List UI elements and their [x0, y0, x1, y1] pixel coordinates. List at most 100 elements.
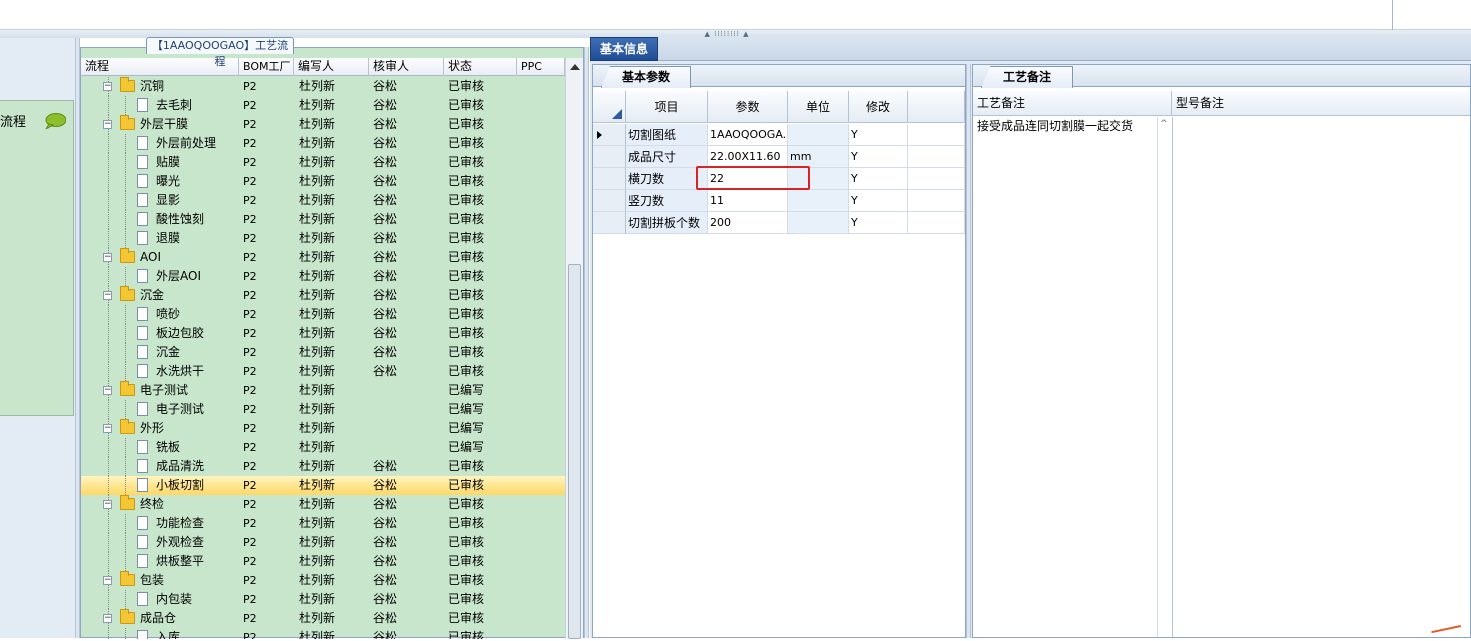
tree-row[interactable]: − 外层干膜 P2 杜列新 谷松 已审核	[81, 115, 565, 134]
author-cell: 杜列新	[299, 611, 336, 625]
collapse-toggle-icon[interactable]: −	[103, 614, 112, 623]
param-modify-cell[interactable]: Y	[849, 190, 908, 212]
param-unit-cell[interactable]: mm	[788, 146, 849, 168]
tree-row[interactable]: − 终检 P2 杜列新 谷松 已审核	[81, 495, 565, 514]
col-modify[interactable]: 修改	[849, 91, 908, 123]
param-item-cell[interactable]: 切割拼板个数	[626, 212, 708, 234]
tree-row[interactable]: 退膜 P2 杜列新 谷松 已审核	[81, 229, 565, 248]
param-unit-cell[interactable]	[788, 190, 849, 212]
tab-process-remarks[interactable]: 工艺备注	[981, 66, 1073, 88]
param-row[interactable]: 成品尺寸 22.00X11.60 mm Y	[593, 146, 965, 168]
tab-basic-params[interactable]: 基本参数	[601, 66, 691, 88]
collapse-toggle-icon[interactable]: −	[103, 576, 112, 585]
param-value-cell[interactable]: 11	[708, 190, 788, 212]
tree-row[interactable]: − 外形 P2 杜列新 已编写	[81, 419, 565, 438]
middle-splitter[interactable]	[584, 47, 589, 638]
tree-row[interactable]: 曝光 P2 杜列新 谷松 已审核	[81, 172, 565, 191]
col-model-remark[interactable]: 型号备注	[1172, 91, 1470, 116]
side-item-flow[interactable]: 流程	[0, 100, 74, 416]
collapse-toggle-icon[interactable]: −	[103, 291, 112, 300]
param-unit-cell[interactable]	[788, 124, 849, 146]
tree-row[interactable]: 内包装 P2 杜列新 谷松 已审核	[81, 590, 565, 609]
status-cell: 已审核	[448, 269, 485, 283]
col-unit[interactable]: 单位	[788, 91, 849, 123]
status-cell: 已审核	[448, 516, 485, 530]
tree-row[interactable]: 成品清洗 P2 杜列新 谷松 已审核	[81, 457, 565, 476]
row-indicator[interactable]	[593, 146, 626, 168]
col-item[interactable]: 项目	[626, 91, 708, 123]
tree-row[interactable]: 喷砂 P2 杜列新 谷松 已审核	[81, 305, 565, 324]
tree-row[interactable]: 水洗烘干 P2 杜列新 谷松 已审核	[81, 362, 565, 381]
param-item-cell[interactable]: 成品尺寸	[626, 146, 708, 168]
scroll-up-icon[interactable]: ^	[1160, 119, 1168, 129]
tree-row[interactable]: 贴膜 P2 杜列新 谷松 已审核	[81, 153, 565, 172]
collapse-toggle-icon[interactable]: −	[103, 386, 112, 395]
tree-row-selected[interactable]: 小板切割 P2 杜列新 谷松 已审核	[81, 476, 565, 495]
param-modify-cell[interactable]: Y	[849, 168, 908, 190]
col-param[interactable]: 参数	[708, 91, 788, 123]
tree-row[interactable]: 烘板整平 P2 杜列新 谷松 已审核	[81, 552, 565, 571]
collapse-toggle-icon[interactable]: −	[103, 82, 112, 91]
tree-row[interactable]: − 电子测试 P2 杜列新 已编写	[81, 381, 565, 400]
grid-corner[interactable]	[593, 91, 626, 123]
param-item-cell[interactable]: 切割图纸	[626, 124, 708, 146]
tree-row[interactable]: 铣板 P2 杜列新 已编写	[81, 438, 565, 457]
tree-row[interactable]: 外观检查 P2 杜列新 谷松 已审核	[81, 533, 565, 552]
tree-row[interactable]: 外层AOI P2 杜列新 谷松 已审核	[81, 267, 565, 286]
tree-title-tab[interactable]: 【1AAOQOOGAO】工艺流程	[146, 37, 294, 68]
scroll-thumb[interactable]	[568, 264, 581, 639]
tree-row[interactable]: 去毛刺 P2 杜列新 谷松 已审核	[81, 96, 565, 115]
col-bom[interactable]: BOM工厂	[239, 58, 294, 76]
col-reviewer[interactable]: 核审人	[369, 58, 444, 76]
param-value-cell[interactable]: 200	[708, 212, 788, 234]
param-value-cell[interactable]: 22.00X11.60	[708, 146, 788, 168]
tree-scrollbar[interactable]	[565, 58, 583, 639]
row-indicator[interactable]	[593, 190, 626, 212]
collapse-toggle-icon[interactable]: −	[103, 424, 112, 433]
col-ppc[interactable]: PPC	[517, 58, 565, 76]
tree-row[interactable]: 酸性蚀刻 P2 杜列新 谷松 已审核	[81, 210, 565, 229]
tree-row[interactable]: 入库 P2 杜列新 谷松 已审核	[81, 628, 565, 639]
right-splitter[interactable]	[966, 64, 971, 638]
row-indicator[interactable]	[593, 168, 626, 190]
tree-row[interactable]: 显影 P2 杜列新 谷松 已审核	[81, 191, 565, 210]
collapse-toggle-icon[interactable]: −	[103, 120, 112, 129]
col-author[interactable]: 编写人	[294, 58, 369, 76]
status-cell: 已审核	[448, 592, 485, 606]
tree-row[interactable]: 沉金 P2 杜列新 谷松 已审核	[81, 343, 565, 362]
scroll-up-icon[interactable]	[570, 64, 580, 70]
param-modify-cell[interactable]: Y	[849, 146, 908, 168]
author-cell: 杜列新	[299, 364, 336, 378]
param-modify-cell[interactable]: Y	[849, 124, 908, 146]
col-status[interactable]: 状态	[444, 58, 517, 76]
tab-basic-info[interactable]: 基本信息	[590, 37, 658, 61]
tree-row[interactable]: − AOI P2 杜列新 谷松 已审核	[81, 248, 565, 267]
param-row[interactable]: 竖刀数 11 Y	[593, 190, 965, 212]
remark-scrollbar[interactable]: ^	[1157, 117, 1171, 637]
document-icon	[137, 345, 148, 359]
param-value-cell[interactable]: 1AAOQOOGA...	[708, 124, 788, 146]
tree-line	[108, 590, 109, 609]
status-cell: 已审核	[448, 307, 485, 321]
tree-row[interactable]: − 包装 P2 杜列新 谷松 已审核	[81, 571, 565, 590]
status-cell: 已审核	[448, 174, 485, 188]
param-modify-cell[interactable]: Y	[849, 212, 908, 234]
collapse-toggle-icon[interactable]: −	[103, 500, 112, 509]
tree-row[interactable]: 功能检查 P2 杜列新 谷松 已审核	[81, 514, 565, 533]
tree-row[interactable]: 外层前处理 P2 杜列新 谷松 已审核	[81, 134, 565, 153]
row-indicator[interactable]	[593, 212, 626, 234]
param-row[interactable]: 切割图纸 1AAOQOOGA... Y	[593, 124, 965, 146]
collapse-toggle-icon[interactable]: −	[103, 253, 112, 262]
tree-row[interactable]: − 成品仓 P2 杜列新 谷松 已审核	[81, 609, 565, 628]
param-unit-cell[interactable]	[788, 212, 849, 234]
tree-row[interactable]: 板边包胶 P2 杜列新 谷松 已审核	[81, 324, 565, 343]
tree-row[interactable]: 电子测试 P2 杜列新 已编写	[81, 400, 565, 419]
tree-row[interactable]: − 沉铜 P2 杜列新 谷松 已审核	[81, 77, 565, 96]
param-row[interactable]: 切割拼板个数 200 Y	[593, 212, 965, 234]
bom-cell: P2	[243, 441, 257, 454]
process-remark-text[interactable]: 接受成品连同切割膜一起交货	[977, 117, 1133, 134]
tree-row[interactable]: − 沉金 P2 杜列新 谷松 已审核	[81, 286, 565, 305]
param-item-cell[interactable]: 竖刀数	[626, 190, 708, 212]
col-process-remark[interactable]: 工艺备注	[973, 91, 1172, 116]
row-indicator[interactable]	[593, 124, 626, 146]
